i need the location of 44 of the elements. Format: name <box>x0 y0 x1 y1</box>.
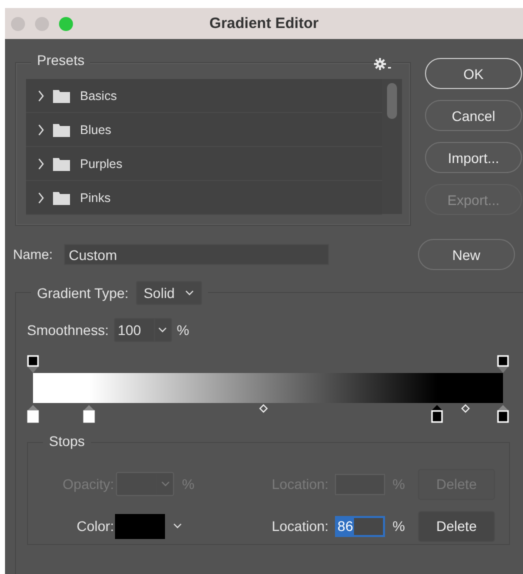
dialog-button[interactable]: OK <box>425 58 522 89</box>
color-stop-icon[interactable] <box>83 404 96 423</box>
percent-label: % <box>176 322 190 338</box>
preset-folder-item[interactable]: Pinks <box>26 181 382 215</box>
folder-icon <box>53 122 70 136</box>
chevron-icon[interactable] <box>37 124 45 136</box>
midpoint-diamond-icon[interactable] <box>461 404 470 413</box>
color-stop-icon[interactable] <box>497 404 509 423</box>
location-label: Location: <box>272 518 329 534</box>
preset-folder-item[interactable]: Blues <box>26 113 382 147</box>
gradient-bar[interactable] <box>33 373 503 403</box>
dialog-button[interactable]: Cancel <box>425 100 522 131</box>
color-swatch[interactable] <box>115 514 165 538</box>
delete-button[interactable]: Delete <box>418 510 495 542</box>
color-label: Color: <box>76 518 114 534</box>
smoothness-field[interactable]: 100 <box>114 318 172 342</box>
window-title: Gradient Editor <box>208 15 320 32</box>
opacity-stop-icon[interactable] <box>27 355 39 374</box>
location-field[interactable]: 86 <box>334 516 385 536</box>
presets-title: Presets <box>31 52 90 68</box>
percent-label: % <box>182 476 194 492</box>
opacity-stop-icon[interactable] <box>497 355 509 374</box>
percent-label: % <box>392 518 405 534</box>
dialog-button[interactable]: Import... <box>425 142 522 173</box>
percent-label: % <box>392 476 405 492</box>
chevron-icon[interactable] <box>37 158 45 170</box>
folder-icon <box>53 190 70 204</box>
midpoint-diamond-icon[interactable] <box>259 404 268 413</box>
chevron-icon[interactable] <box>37 192 45 204</box>
new-button[interactable]: New <box>418 239 515 270</box>
color-stop-icon[interactable] <box>27 404 39 423</box>
folder-icon <box>53 88 70 102</box>
opacity-field[interactable] <box>116 472 174 496</box>
stops-title: Stops <box>43 433 91 449</box>
folder-icon <box>53 156 70 170</box>
smoothness-label: Smoothness: <box>27 322 109 338</box>
preset-folder-item[interactable]: Purples <box>26 147 382 181</box>
gradient-type-label: Gradient Type: <box>37 285 129 301</box>
color-stop-icon[interactable] <box>431 404 444 423</box>
name-label: Name: <box>13 247 53 262</box>
chevron-icon[interactable] <box>37 90 45 102</box>
gradient-type-select[interactable]: Solid <box>136 281 202 305</box>
name-field[interactable]: Custom <box>64 244 329 265</box>
preset-folder-item[interactable]: Basics <box>26 79 382 113</box>
